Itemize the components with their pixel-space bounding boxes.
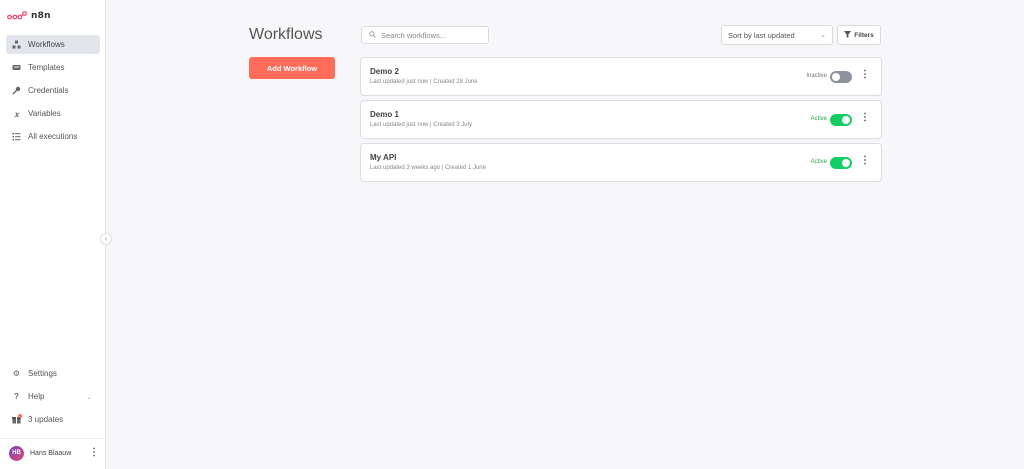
avatar: HB xyxy=(9,445,24,461)
logo-icon xyxy=(7,11,27,20)
sidebar-item-label: Variables xyxy=(28,109,61,118)
search-input[interactable] xyxy=(381,30,481,40)
n8n-logo[interactable]: n8n xyxy=(7,11,51,21)
gear-icon: ⚙ xyxy=(12,369,21,378)
sidebar-item-templates[interactable]: Templates xyxy=(6,58,100,77)
workflow-menu-icon[interactable]: ⋮ xyxy=(860,70,870,80)
chevron-down-icon: ⌄ xyxy=(86,393,92,401)
templates-icon xyxy=(12,63,21,72)
status-label: Active xyxy=(810,159,827,165)
workflow-name: My API xyxy=(370,153,397,162)
active-toggle[interactable] xyxy=(830,157,852,169)
sidebar-item-label: Workflows xyxy=(28,40,65,49)
filters-label: Filters xyxy=(854,31,874,39)
user-menu-icon[interactable]: ⋮ xyxy=(89,448,99,458)
filters-button[interactable]: Filters xyxy=(837,25,881,45)
workflow-menu-icon[interactable]: ⋮ xyxy=(860,156,870,166)
workflow-list: Demo 2 Last updated just now | Created 2… xyxy=(360,57,882,186)
workflow-name: Demo 1 xyxy=(370,110,399,119)
sidebar-item-label: Templates xyxy=(28,63,65,72)
add-workflow-button[interactable]: Add Workflow xyxy=(249,57,335,79)
sidebar-item-help[interactable]: ? Help ⌄ xyxy=(6,387,100,406)
workflow-meta: Last updated 3 weeks ago | Created 1 Jun… xyxy=(370,165,486,171)
help-label: Help xyxy=(28,392,45,401)
status-label: Inactive xyxy=(806,73,827,79)
main-nav: Workflows Templates Credentials 𝑥 Variab… xyxy=(6,35,100,150)
toggle-knob xyxy=(842,159,850,167)
notification-dot xyxy=(18,414,22,418)
search-box[interactable] xyxy=(361,26,489,44)
sidebar: n8n Workflows Templates Credentials 𝑥 Va… xyxy=(0,0,106,469)
sidebar-item-executions[interactable]: All executions xyxy=(6,127,100,146)
sidebar-item-credentials[interactable]: Credentials xyxy=(6,81,100,100)
collapse-sidebar-button[interactable]: ‹ xyxy=(100,233,112,245)
workflow-card[interactable]: Demo 1 Last updated just now | Created 3… xyxy=(360,100,882,139)
sidebar-item-label: All executions xyxy=(28,132,78,141)
workflow-meta: Last updated just now | Created 3 July xyxy=(370,122,472,128)
gift-icon xyxy=(12,414,22,424)
workflow-meta: Last updated just now | Created 28 June xyxy=(370,79,478,85)
user-name: Hans Blaauw xyxy=(30,449,72,457)
sidebar-item-updates[interactable]: 3 updates xyxy=(6,410,100,429)
executions-icon xyxy=(12,132,21,141)
workflow-menu-icon[interactable]: ⋮ xyxy=(860,113,870,123)
variables-icon: 𝑥 xyxy=(14,108,19,119)
sidebar-item-variables[interactable]: 𝑥 Variables xyxy=(6,104,100,123)
page-title: Workflows xyxy=(249,26,323,43)
filter-icon xyxy=(844,30,852,40)
workflows-icon xyxy=(12,40,21,49)
active-toggle[interactable] xyxy=(830,114,852,126)
logo-text: n8n xyxy=(31,11,51,21)
updates-label: 3 updates xyxy=(28,415,64,424)
toggle-knob xyxy=(842,116,850,124)
sort-select[interactable]: Sort by last updated ⌄ xyxy=(721,25,833,45)
sidebar-item-label: Credentials xyxy=(28,86,69,95)
key-icon xyxy=(12,86,21,95)
sidebar-item-workflows[interactable]: Workflows xyxy=(6,35,100,54)
chevron-down-icon: ⌄ xyxy=(820,32,826,39)
sidebar-item-settings[interactable]: ⚙ Settings xyxy=(6,364,100,383)
active-toggle[interactable] xyxy=(830,71,852,83)
question-icon: ? xyxy=(14,392,19,401)
toggle-knob xyxy=(832,73,840,81)
sort-value: Sort by last updated xyxy=(728,30,795,40)
workflow-card[interactable]: My API Last updated 3 weeks ago | Create… xyxy=(360,143,882,182)
workflow-card[interactable]: Demo 2 Last updated just now | Created 2… xyxy=(360,57,882,96)
sidebar-bottom: ⚙ Settings ? Help ⌄ 3 updates xyxy=(6,364,100,433)
user-profile[interactable]: HB Hans Blaauw ⋮ xyxy=(9,445,99,461)
workflow-name: Demo 2 xyxy=(370,67,399,76)
sidebar-divider xyxy=(0,438,106,439)
status-label: Active xyxy=(810,116,827,122)
search-icon xyxy=(369,30,376,40)
settings-label: Settings xyxy=(28,369,57,378)
